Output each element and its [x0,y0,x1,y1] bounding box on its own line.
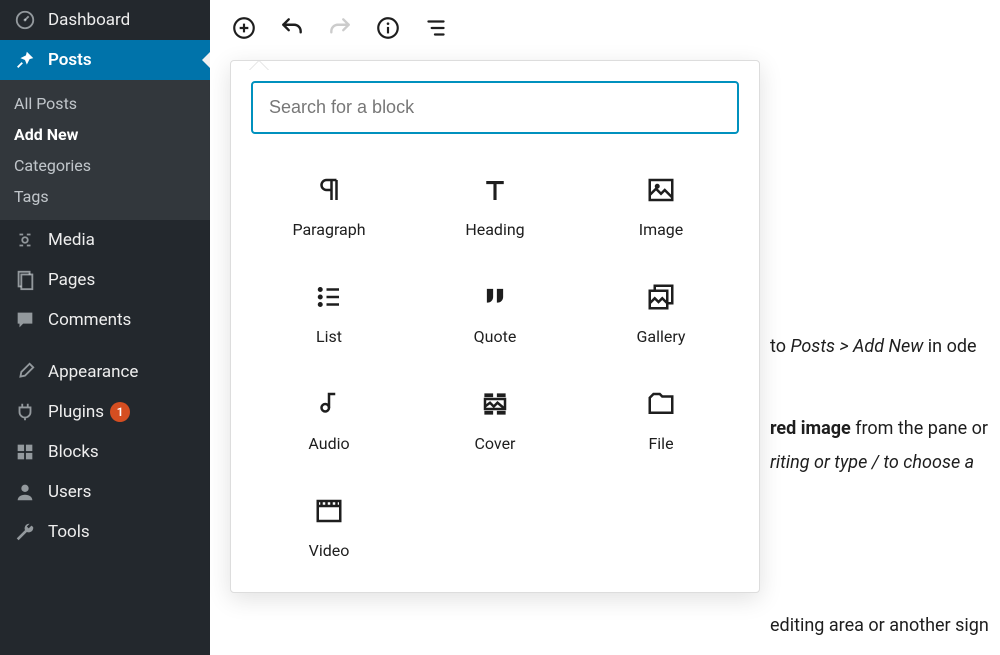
blocks-icon [12,441,38,463]
sidebar-item-plugins[interactable]: Plugins 1 [0,392,210,432]
sidebar-sub-categories[interactable]: Categories [0,150,210,181]
cover-icon [480,384,510,424]
sidebar-label: Tools [48,522,90,542]
sidebar-item-appearance[interactable]: Appearance [0,352,210,392]
block-cover[interactable]: Cover [417,372,573,465]
block-label: Paragraph [292,220,365,239]
block-gallery[interactable]: Gallery [583,265,739,358]
bg-text-fragment: red image [770,418,851,439]
pages-icon [12,269,38,291]
editor-body-text: to Posts > Add New in ode red image from… [770,330,989,643]
bg-text-fragment: in ode [923,336,976,357]
redo-button [326,14,354,42]
bg-text-fragment: Posts > Add New [790,336,923,357]
block-label: Quote [474,327,517,346]
sidebar-item-dashboard[interactable]: Dashboard [0,0,210,40]
sidebar-item-media[interactable]: Media [0,220,210,260]
sidebar-label: Blocks [48,442,99,462]
sidebar-label: Dashboard [48,10,130,30]
block-label: Gallery [637,327,686,346]
editor-toolbar [210,0,1000,56]
comments-icon [12,309,38,331]
video-icon [314,491,344,531]
block-heading[interactable]: Heading [417,158,573,251]
sidebar-label: Pages [48,270,95,290]
gallery-icon [646,277,676,317]
block-list[interactable]: List [251,265,407,358]
sidebar-sub-add-new[interactable]: Add New [0,119,210,150]
bg-text-fragment: riting or type / to choose a [770,446,989,480]
block-label: Cover [475,434,516,453]
block-label: File [648,434,673,453]
editor-main: to Posts > Add New in ode red image from… [210,0,1000,655]
sidebar-item-posts[interactable]: Posts [0,40,210,80]
bg-text-fragment: editing area or another sign [770,609,989,643]
block-audio[interactable]: Audio [251,372,407,465]
sidebar-label: Users [48,482,91,502]
sidebar-sub-tags[interactable]: Tags [0,181,210,212]
block-label: Heading [465,220,524,239]
brush-icon [12,361,38,383]
sidebar-label: Posts [48,50,92,70]
sidebar-item-pages[interactable]: Pages [0,260,210,300]
plug-icon [12,401,38,423]
sidebar-label: Plugins [48,402,104,422]
bg-text-fragment: from the pane or [851,418,988,439]
sidebar-item-users[interactable]: Users [0,472,210,512]
audio-icon [314,384,344,424]
block-inserter-popover: Paragraph Heading Image [230,60,760,593]
block-image[interactable]: Image [583,158,739,251]
paragraph-icon [314,170,344,210]
block-label: Video [309,541,350,560]
block-paragraph[interactable]: Paragraph [251,158,407,251]
user-icon [12,481,38,503]
sidebar-item-blocks[interactable]: Blocks [0,432,210,472]
sidebar-submenu-posts: All Posts Add New Categories Tags [0,80,210,220]
block-navigation-button[interactable] [422,14,450,42]
block-label: Image [639,220,684,239]
undo-button[interactable] [278,14,306,42]
block-video[interactable]: Video [251,479,407,572]
info-button[interactable] [374,14,402,42]
file-icon [646,384,676,424]
add-block-button[interactable] [230,14,258,42]
dashboard-icon [12,9,38,31]
media-icon [12,229,38,251]
sidebar-label: Appearance [48,362,138,382]
block-search-input[interactable] [251,81,739,134]
admin-sidebar: Dashboard Posts All Posts Add New Catego… [0,0,210,655]
sidebar-sub-all-posts[interactable]: All Posts [0,88,210,119]
list-icon [314,277,344,317]
bg-text-fragment: to [770,336,790,357]
plugins-update-badge: 1 [110,402,130,422]
block-quote[interactable]: Quote [417,265,573,358]
block-file[interactable]: File [583,372,739,465]
sidebar-label: Comments [48,310,131,330]
pin-icon [12,49,38,71]
sidebar-item-comments[interactable]: Comments [0,300,210,340]
heading-icon [480,170,510,210]
block-grid: Paragraph Heading Image [251,158,739,572]
sidebar-label: Media [48,230,95,250]
image-icon [646,170,676,210]
wrench-icon [12,521,38,543]
sidebar-item-tools[interactable]: Tools [0,512,210,552]
quote-icon [480,277,510,317]
block-label: Audio [308,434,349,453]
block-label: List [316,327,342,346]
